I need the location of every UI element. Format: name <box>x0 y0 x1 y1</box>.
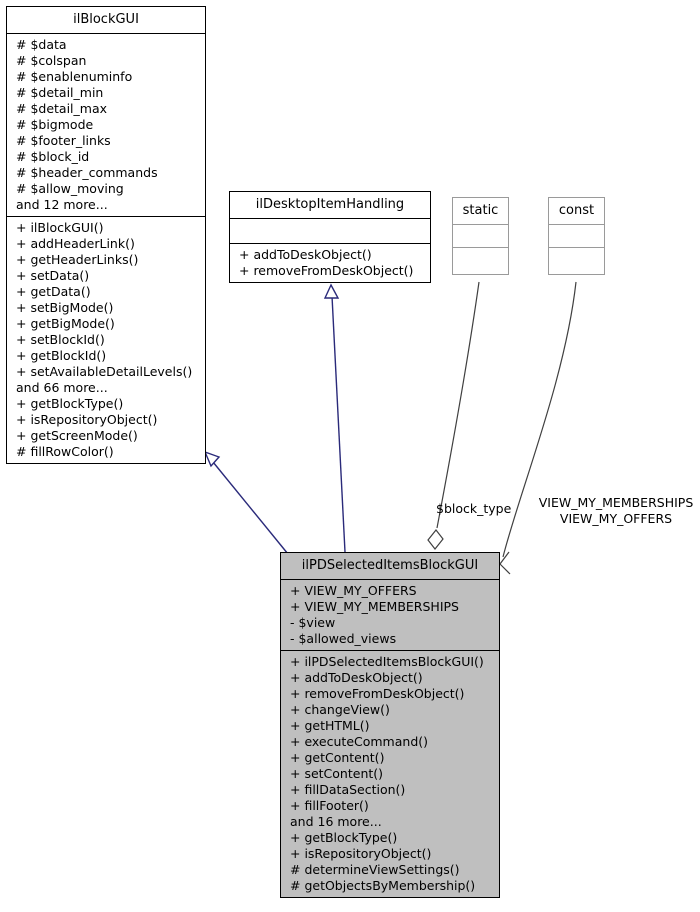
method-row: + addToDeskObject() <box>239 247 372 262</box>
method-row: + ilBlockGUI() <box>16 220 104 235</box>
edge-inheritance-ilblockgui <box>203 450 289 555</box>
method-row: + setAvailableDetailLevels() <box>16 364 193 379</box>
method-row: + getData() <box>16 284 91 299</box>
class-title-const: const <box>558 203 595 218</box>
edge-association-views <box>499 281 577 575</box>
attribute-row: # $enablenuminfo <box>16 69 133 84</box>
edge-label-views-line1: VIEW_MY_MEMBERSHIPS <box>538 495 694 510</box>
class-box-ilpdselecteditemsblockgui[interactable]: ilPDSelectedItemsBlockGUI + VIEW_MY_OFFE… <box>280 552 500 898</box>
method-row: # determineViewSettings() <box>290 862 460 877</box>
method-row: + addToDeskObject() <box>290 670 423 685</box>
method-row: + removeFromDeskObject() <box>290 686 465 701</box>
attributes-static <box>453 225 508 247</box>
method-row: + fillDataSection() <box>290 782 406 797</box>
attribute-row: # $detail_min <box>16 85 104 100</box>
class-box-ilblockgui[interactable]: ilBlockGUI # $data # $colspan # $enablen… <box>6 6 206 464</box>
edge-label-block-type: $block_type <box>436 501 512 516</box>
method-row: + executeCommand() <box>290 734 429 749</box>
method-row: + fillFooter() <box>290 798 369 813</box>
class-box-const[interactable]: const <box>548 197 605 275</box>
methods-static <box>453 248 508 274</box>
class-box-static[interactable]: static <box>452 197 509 275</box>
method-row: + setContent() <box>290 766 384 781</box>
method-row: + getHeaderLinks() <box>16 252 139 267</box>
methods-const <box>549 248 604 274</box>
method-row: + isRepositoryObject() <box>290 846 432 861</box>
method-more-row: and 16 more... <box>290 814 382 829</box>
method-row: + getBlockId() <box>16 348 107 363</box>
attribute-row: # $block_id <box>16 149 90 164</box>
method-row: + getContent() <box>290 750 385 765</box>
method-row: + setData() <box>16 268 90 283</box>
attribute-more-row: and 12 more... <box>16 197 108 212</box>
method-row: + getBlockType() <box>16 396 124 411</box>
attribute-row: # $footer_links <box>16 133 111 148</box>
attributes-ilblockgui: # $data # $colspan # $enablenuminfo # $d… <box>7 34 205 216</box>
attribute-row: - $view <box>290 615 336 630</box>
attribute-row: # $bigmode <box>16 117 94 132</box>
edge-label-views-line2: VIEW_MY_OFFERS <box>559 511 673 526</box>
method-row: # fillRowColor() <box>16 444 114 459</box>
method-row: + setBlockId() <box>16 332 105 347</box>
method-row: + getBlockType() <box>290 830 398 845</box>
method-row: + getScreenMode() <box>16 428 138 443</box>
attribute-row: - $allowed_views <box>290 631 397 646</box>
methods-ilblockgui: + ilBlockGUI() + addHeaderLink() + getHe… <box>7 217 205 463</box>
method-row: + ilPDSelectedItemsBlockGUI() <box>290 654 484 669</box>
attribute-row: # $detail_max <box>16 101 108 116</box>
attribute-row: # $header_commands <box>16 165 158 180</box>
class-box-ildesktopitemhandling[interactable]: ilDesktopItemHandling + addToDeskObject(… <box>229 191 431 283</box>
method-row: + isRepositoryObject() <box>16 412 158 427</box>
attributes-const <box>549 225 604 247</box>
methods-ildesktopitemhandling: + addToDeskObject() + removeFromDeskObje… <box>230 244 430 282</box>
attribute-row: + VIEW_MY_MEMBERSHIPS <box>290 599 459 614</box>
method-row: + setBigMode() <box>16 300 114 315</box>
edge-inheritance-ildesktopitemhandling <box>323 283 346 553</box>
attributes-ildesktopitemhandling <box>230 219 430 243</box>
class-title-ildesktopitemhandling: ilDesktopItemHandling <box>255 197 405 212</box>
attributes-ilpdselecteditemsblockgui: + VIEW_MY_OFFERS + VIEW_MY_MEMBERSHIPS -… <box>281 580 499 650</box>
method-more-row: and 66 more... <box>16 380 108 395</box>
attribute-row: # $allow_moving <box>16 181 124 196</box>
attribute-row: # $data <box>16 37 67 52</box>
diagram-canvas: ilBlockGUI # $data # $colspan # $enablen… <box>0 0 700 912</box>
method-row: + getBigMode() <box>16 316 115 331</box>
attribute-row: + VIEW_MY_OFFERS <box>290 583 417 598</box>
method-row: # getObjectsByMembership() <box>290 878 476 893</box>
method-row: + changeView() <box>290 702 390 717</box>
class-title-ilpdselecteditemsblockgui: ilPDSelectedItemsBlockGUI <box>301 558 479 573</box>
method-row: + removeFromDeskObject() <box>239 263 414 278</box>
class-title-static: static <box>462 203 499 218</box>
class-title-ilblockgui: ilBlockGUI <box>73 12 139 27</box>
attribute-row: # $colspan <box>16 53 87 68</box>
method-row: + getHTML() <box>290 718 370 733</box>
method-row: + addHeaderLink() <box>16 236 135 251</box>
methods-ilpdselecteditemsblockgui: + ilPDSelectedItemsBlockGUI() + addToDes… <box>281 651 499 897</box>
